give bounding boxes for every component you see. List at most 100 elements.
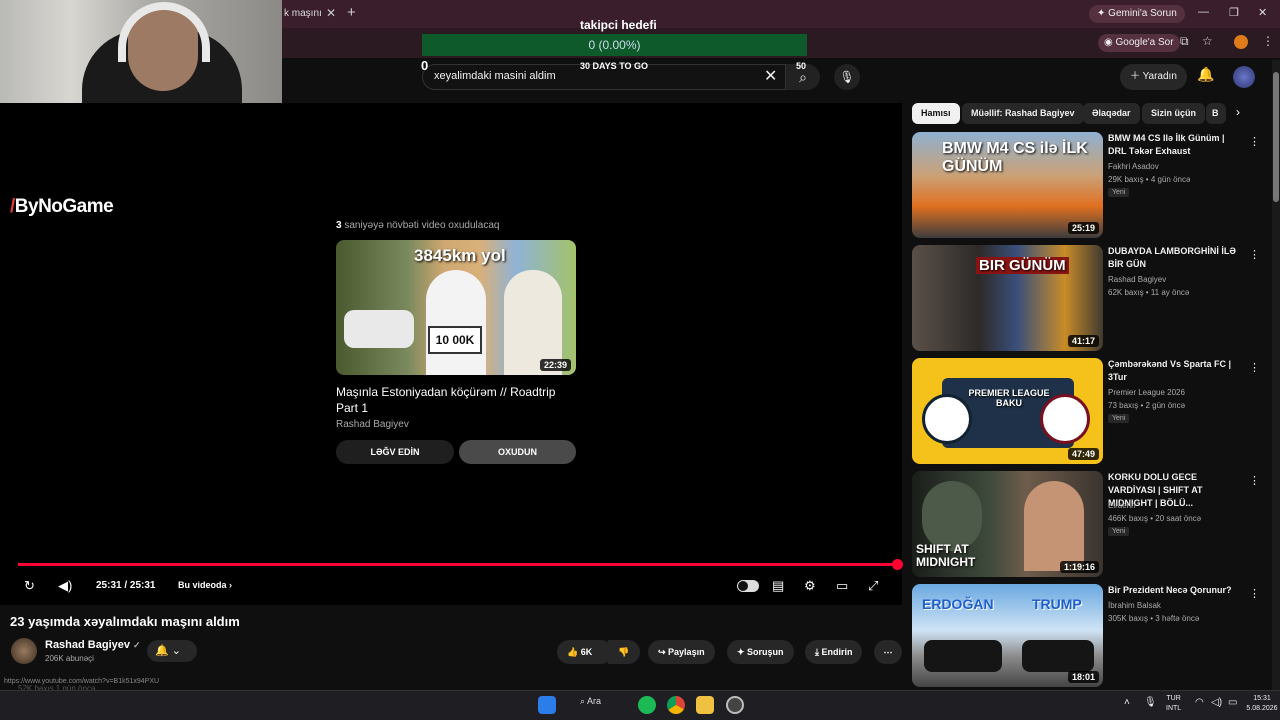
clock-date: 5.08.2026 [1246,705,1278,712]
spotify-icon[interactable] [638,696,656,714]
browser-profile-icon[interactable] [1234,35,1248,49]
next-video-thumbnail[interactable]: 10 00K 3845km yol 22:39 [336,240,576,375]
channel-avatar[interactable] [11,638,37,664]
tray-mic-icon[interactable]: 🎙 [1144,698,1157,708]
rec-title[interactable]: Çəmbərəkənd Vs Sparta FC | 3Tur [1108,358,1244,384]
more-actions-icon[interactable]: ⋯ [874,640,902,664]
subscription-bell-button[interactable]: 🔔 ⌄ [147,640,197,662]
chip-more[interactable]: B [1206,103,1226,124]
rec-thumbnail[interactable]: SHIFT AT MIDNIGHT 1:19:16 [912,471,1103,577]
chip-author[interactable]: Müəllif: Rashad Bagiyev [962,103,1084,124]
rec-menu-icon[interactable]: ⋮ [1249,135,1260,148]
channel-name[interactable]: Rashad Bagiyev ✓ [45,639,141,651]
chip-related[interactable]: Əlaqədar [1083,103,1140,124]
rec-thumbnail[interactable]: ERDOĞAN TRUMP 18:01 [912,584,1103,687]
replay-icon[interactable]: ↻ [24,578,35,594]
minimize-icon[interactable]: — [1198,6,1209,18]
chip-for-you[interactable]: Sizin üçün [1142,103,1205,124]
logo-text: ByNoGame [14,196,114,217]
chapter-button[interactable]: Bu videoda › [178,580,232,590]
rec-thumbnail[interactable]: PREMIER LEAGUE BAKU 47:49 [912,358,1103,464]
rec-menu-icon[interactable]: ⋮ [1249,587,1260,600]
goal-days-left: 30 DAYS TO GO [580,61,649,71]
rec-channel[interactable]: Premier League 2026 [1108,386,1185,399]
rec-channel[interactable]: Fakhri Asadov [1108,160,1159,173]
chrome-icon[interactable] [667,696,685,714]
play-next-button[interactable]: OXUDUN [459,440,576,464]
new-tab-icon[interactable]: + [347,4,356,21]
rec-title[interactable]: DUBAYDA LAMBORGHİNİ İLƏ BİR GÜN [1108,245,1244,271]
next-video-title[interactable]: Maşınla Estoniyadan köçürəm // Roadtrip … [336,384,576,416]
wifi-icon[interactable]: ◠ [1195,698,1204,708]
autoplay-knob [738,581,748,591]
ask-google-button[interactable]: ◉ Google'a Sor [1098,34,1180,52]
install-app-icon[interactable]: ⧉ [1180,34,1189,49]
rec-thumbnail[interactable]: BMW M4 CS ilə İLK GÜNÜM 25:19 [912,132,1103,238]
rec-duration: 1:19:16 [1059,561,1099,573]
file-explorer-icon[interactable] [696,696,714,714]
rec-channel[interactable]: Elraenn [1108,499,1136,512]
search-query[interactable]: xeyalimdaki masini aldim [434,70,556,82]
rec-channel[interactable]: İbrahim Balsak [1108,599,1161,612]
progress-scrubber[interactable] [892,559,903,570]
microphone-icon[interactable]: 🎙 [834,64,860,90]
tray-chevron-icon[interactable]: ˄ [1124,698,1130,708]
like-button[interactable]: 👍 6K [557,640,613,664]
create-button[interactable]: ＋ Yaradın [1120,64,1187,90]
rec-title[interactable]: Bir Prezident Necə Qorunur? [1108,584,1244,597]
scrollbar-thumb[interactable] [1273,72,1279,202]
time-display: 25:31 / 25:31 [96,580,156,591]
subtitles-icon[interactable]: ▤ [772,578,784,594]
theater-mode-icon[interactable]: ▭ [836,578,848,594]
rec-views: 29K baxış • 4 gün öncə [1108,175,1191,184]
cancel-autoplay-button[interactable]: LƏĞV EDİN [336,440,454,464]
app-icon[interactable] [726,696,744,714]
windows-start-icon[interactable] [538,696,556,714]
rec-views: 466K baxış • 20 saat öncə [1108,514,1202,523]
fullscreen-icon[interactable]: ⤢ [868,578,878,594]
progress-bar[interactable] [18,559,903,570]
rec-menu-icon[interactable]: ⋮ [1249,474,1260,487]
gemini-label: Gemini'a Sorun [1108,8,1177,19]
input-language[interactable]: TUR INTL [1166,694,1181,714]
goal-start: 0 [421,58,429,73]
thumbnail-sign: 10 00K [428,326,482,354]
speaker-icon[interactable]: ◁) [1211,698,1222,708]
settings-gear-icon[interactable]: ⚙ [804,578,816,594]
chips-next-arrow-icon[interactable]: › [1236,105,1240,119]
subscriber-count: 206K abunəçi [45,654,94,663]
rec-channel[interactable]: Rashad Bagiyev [1108,273,1166,286]
tab-close-icon[interactable]: ✕ [326,6,336,20]
rec-new-badge: Yeni [1108,414,1130,423]
taskbar-search-label: Ara [587,696,602,706]
rec-thumbnail[interactable]: BIR GÜNÜM 41:17 [912,245,1103,351]
dislike-button[interactable]: 👎 [608,640,640,664]
clock[interactable]: 15:31 5.08.2026 [1244,694,1280,714]
download-button[interactable]: ⤓ Endirin [805,640,863,664]
gemini-button[interactable]: ✦ Gemini'a Sorun [1089,5,1185,23]
rec-thumbnail-text-right: TRUMP [1032,596,1082,612]
chip-all[interactable]: Hamısı [912,103,960,124]
bookmark-star-icon[interactable]: ☆ [1202,34,1213,48]
browser-menu-icon[interactable]: ⋮ [1262,34,1274,48]
account-avatar[interactable] [1233,66,1255,88]
share-button[interactable]: ↪ Paylaşın [648,640,715,664]
chapter-label: Bu videoda [178,580,227,590]
volume-icon[interactable]: ◀) [58,578,72,594]
rec-menu-icon[interactable]: ⋮ [1249,248,1260,261]
rec-title[interactable]: BMW M4 CS Ilə İlk Günüm | DRL Təkər Exha… [1108,132,1244,158]
taskbar-search[interactable]: ⌕ Ara [580,696,601,707]
restore-icon[interactable]: ❐ [1229,6,1239,19]
window-close-icon[interactable]: ✕ [1258,6,1267,19]
channel-name-text: Rashad Bagiyev [45,639,130,651]
notifications-bell-icon[interactable]: 🔔 [1197,66,1214,83]
clear-search-icon[interactable]: ✕ [764,66,777,86]
battery-icon[interactable]: ▭ [1228,698,1237,708]
rec-views: 73 baxış • 2 gün öncə [1108,401,1186,410]
goal-target: 50 [796,61,807,71]
ask-button[interactable]: ✦ Soruşun [727,640,794,664]
rec-menu-icon[interactable]: ⋮ [1249,361,1260,374]
autoplay-toggle[interactable] [737,580,759,592]
browser-tab-title[interactable]: k maşını [284,8,322,19]
next-video-channel[interactable]: Rashad Bagiyev [336,419,409,430]
